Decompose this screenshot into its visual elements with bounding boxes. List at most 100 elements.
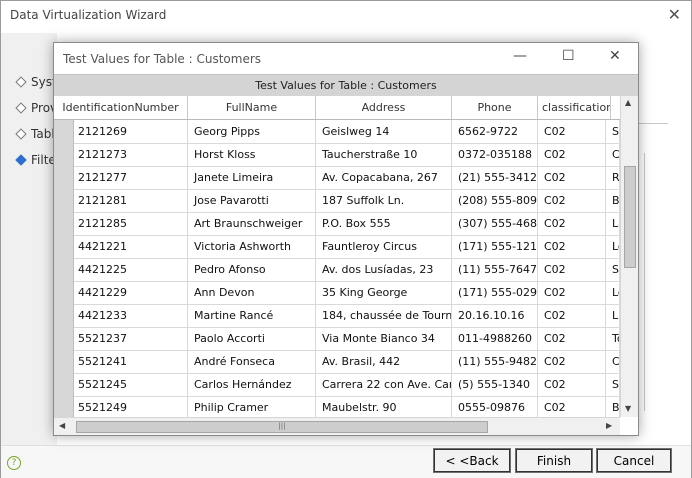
table-cell[interactable]: André Fonseca: [188, 350, 316, 373]
row-selector[interactable]: [54, 143, 74, 166]
table-cell[interactable]: S: [606, 120, 620, 143]
wizard-close-icon[interactable]: ✕: [668, 5, 681, 24]
table-cell[interactable]: Av. dos Lusíadas, 23: [316, 258, 452, 281]
close-icon[interactable]: ✕: [609, 48, 621, 64]
table-cell[interactable]: 4421233: [73, 304, 188, 327]
table-cell[interactable]: C02: [538, 281, 606, 304]
horizontal-scrollbar[interactable]: ◀ ||| ▶: [54, 417, 620, 435]
table-cell[interactable]: C02: [538, 304, 606, 327]
row-selector[interactable]: [54, 212, 74, 235]
table-cell[interactable]: La: [606, 212, 620, 235]
scroll-right-icon[interactable]: ▶: [606, 421, 612, 430]
table-cell[interactable]: 2121277: [73, 166, 188, 189]
scroll-up-icon[interactable]: ▲: [625, 98, 631, 107]
table-cell[interactable]: Art Braunschweiger: [188, 212, 316, 235]
table-row[interactable]: 2121281 Jose Pavarotti 187 Suffolk Ln. (208…: [54, 189, 620, 213]
table-cell[interactable]: Ann Devon: [188, 281, 316, 304]
table-cell[interactable]: 5521237: [73, 327, 188, 350]
row-selector[interactable]: [54, 281, 74, 304]
table-cell[interactable]: Lo: [606, 281, 620, 304]
table-row[interactable]: 5521245 Carlos Hernández Carrera 22 con Av…: [54, 373, 620, 397]
column-header[interactable]: classification: [538, 96, 611, 119]
table-cell[interactable]: R: [606, 166, 620, 189]
column-header[interactable]: Phone: [452, 96, 538, 119]
table-cell[interactable]: C: [606, 143, 620, 166]
table-cell[interactable]: 4421225: [73, 258, 188, 281]
table-cell[interactable]: (21) 555-3412: [452, 166, 538, 189]
table-cell[interactable]: (5) 555-1340: [452, 373, 538, 396]
table-cell[interactable]: Av. Copacabana, 267: [316, 166, 452, 189]
table-cell[interactable]: Jose Pavarotti: [188, 189, 316, 212]
table-cell[interactable]: Maubelstr. 90: [316, 396, 452, 417]
finish-button[interactable]: Finish: [515, 448, 593, 473]
table-cell[interactable]: (171) 555-0297: [452, 281, 538, 304]
table-cell[interactable]: 2121285: [73, 212, 188, 235]
row-selector[interactable]: [54, 235, 74, 258]
minimize-icon[interactable]: —: [513, 48, 527, 64]
table-cell[interactable]: (11) 555-9482: [452, 350, 538, 373]
table-row[interactable]: 2121285 Art Braunschweiger P.O. Box 555 (30…: [54, 212, 620, 236]
table-cell[interactable]: 187 Suffolk Ln.: [316, 189, 452, 212]
table-row[interactable]: 2121273 Horst Kloss Taucherstraße 10 0372-0…: [54, 143, 620, 167]
nav-item-table[interactable]: Tabl: [15, 127, 55, 141]
table-cell[interactable]: 011-4988260: [452, 327, 538, 350]
table-cell[interactable]: S: [606, 373, 620, 396]
table-cell[interactable]: S: [606, 258, 620, 281]
table-cell[interactable]: (11) 555-7647: [452, 258, 538, 281]
table-row[interactable]: 5521249 Philip Cramer Maubelstr. 90 0555-09…: [54, 396, 620, 417]
cancel-button[interactable]: Cancel: [596, 448, 672, 473]
table-cell[interactable]: C02: [538, 120, 606, 143]
table-cell[interactable]: Martine Rancé: [188, 304, 316, 327]
table-cell[interactable]: Av. Brasil, 442: [316, 350, 452, 373]
table-row[interactable]: 4421221 Victoria Ashworth Fauntleroy Circu…: [54, 235, 620, 259]
row-selector[interactable]: [54, 373, 74, 396]
nav-item-provider[interactable]: Prov: [15, 101, 57, 115]
row-selector[interactable]: [54, 327, 74, 350]
table-cell[interactable]: 0372-035188: [452, 143, 538, 166]
table-cell[interactable]: 5521249: [73, 396, 188, 417]
row-selector[interactable]: [54, 258, 74, 281]
table-cell[interactable]: Pedro Afonso: [188, 258, 316, 281]
scroll-down-icon[interactable]: ▼: [625, 404, 631, 413]
table-cell[interactable]: 4421229: [73, 281, 188, 304]
table-cell[interactable]: C02: [538, 143, 606, 166]
table-row[interactable]: 4421233 Martine Rancé 184, chaussée de Tou…: [54, 304, 620, 328]
table-cell[interactable]: 2121269: [73, 120, 188, 143]
table-row[interactable]: 5521237 Paolo Accorti Via Monte Bianco 34 0…: [54, 327, 620, 351]
table-cell[interactable]: Horst Kloss: [188, 143, 316, 166]
table-cell[interactable]: Philip Cramer: [188, 396, 316, 417]
column-header[interactable]: IdentificationNumber: [54, 96, 188, 119]
table-cell[interactable]: C02: [538, 212, 606, 235]
table-cell[interactable]: C02: [538, 166, 606, 189]
table-cell[interactable]: Via Monte Bianco 34: [316, 327, 452, 350]
row-selector[interactable]: [54, 304, 74, 327]
row-selector[interactable]: [54, 120, 74, 143]
table-cell[interactable]: (208) 555-8097: [452, 189, 538, 212]
back-button[interactable]: < <Back: [433, 448, 511, 473]
table-cell[interactable]: Victoria Ashworth: [188, 235, 316, 258]
horizontal-scroll-thumb[interactable]: |||: [76, 421, 488, 433]
table-cell[interactable]: C02: [538, 235, 606, 258]
table-cell[interactable]: C02: [538, 258, 606, 281]
table-cell[interactable]: B: [606, 396, 620, 417]
table-cell[interactable]: C02: [538, 350, 606, 373]
table-cell[interactable]: (171) 555-1212: [452, 235, 538, 258]
table-cell[interactable]: Taucherstraße 10: [316, 143, 452, 166]
row-selector[interactable]: [54, 189, 74, 212]
table-row[interactable]: 4421229 Ann Devon 35 King George (171) 555-…: [54, 281, 620, 305]
table-row[interactable]: 2121277 Janete Limeira Av. Copacabana, 267…: [54, 166, 620, 190]
table-cell[interactable]: Li: [606, 304, 620, 327]
row-selector[interactable]: [54, 350, 74, 373]
table-cell[interactable]: 0555-09876: [452, 396, 538, 417]
table-cell[interactable]: Carlos Hernández: [188, 373, 316, 396]
table-cell[interactable]: To: [606, 327, 620, 350]
table-cell[interactable]: Georg Pipps: [188, 120, 316, 143]
scroll-left-icon[interactable]: ◀: [59, 421, 65, 430]
table-cell[interactable]: 2121273: [73, 143, 188, 166]
table-row[interactable]: 2121269 Georg Pipps Geislweg 14 6562-9722 C0…: [54, 120, 620, 144]
vertical-scrollbar[interactable]: ▲ ▼: [620, 96, 638, 417]
table-row[interactable]: 4421225 Pedro Afonso Av. dos Lusíadas, 23(…: [54, 258, 620, 282]
column-header[interactable]: FullName: [188, 96, 316, 119]
table-row[interactable]: 5521241 André Fonseca Av. Brasil, 442 (11) …: [54, 350, 620, 374]
table-cell[interactable]: 5521241: [73, 350, 188, 373]
